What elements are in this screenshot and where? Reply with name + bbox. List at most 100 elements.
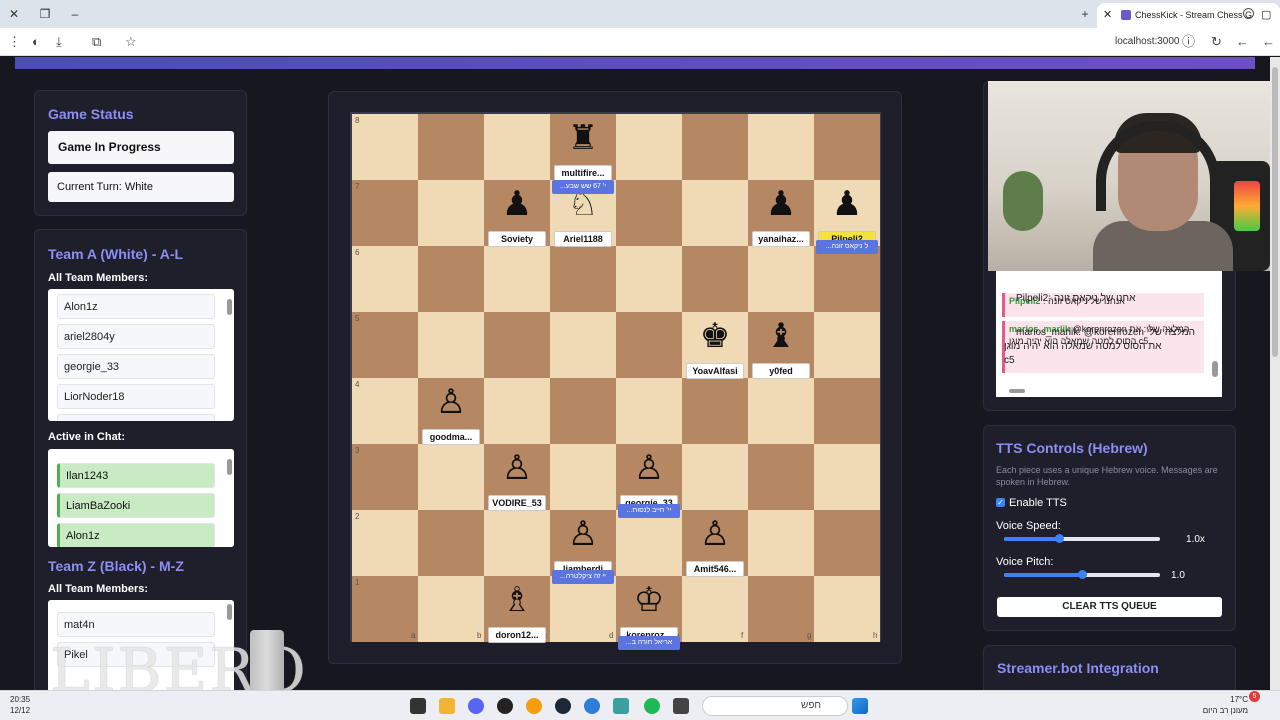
app-icon[interactable] <box>526 698 542 714</box>
clear-tts-queue-button[interactable]: CLEAR TTS QUEUE <box>997 597 1222 617</box>
board-square[interactable] <box>484 378 550 444</box>
browser-tab[interactable]: ✕ ChessKick - Stream Chess G ▢ <box>1097 3 1280 28</box>
chess-piece[interactable]: ♟ <box>748 184 814 224</box>
download-icon[interactable]: ⤓ <box>56 34 62 50</box>
board-square[interactable] <box>616 510 682 576</box>
chess-piece[interactable]: ♜ <box>550 118 616 158</box>
board-square[interactable] <box>352 114 418 180</box>
enable-tts-checkbox[interactable]: ✓ <box>996 498 1005 507</box>
discord-icon[interactable] <box>468 698 484 714</box>
board-square[interactable] <box>814 114 880 180</box>
board-square[interactable] <box>748 114 814 180</box>
voice-pitch-slider[interactable] <box>1004 570 1160 579</box>
weather-widget[interactable]: 17°C מעונן רב היום <box>1200 694 1248 716</box>
chess-piece[interactable]: ♙ <box>550 514 616 554</box>
page-scrollbar[interactable] <box>1270 57 1280 690</box>
board-square[interactable] <box>682 114 748 180</box>
voice-pitch-knob[interactable] <box>1078 570 1087 579</box>
info-icon[interactable]: ⓘ <box>1182 34 1195 50</box>
board-square[interactable] <box>550 246 616 312</box>
board-square[interactable] <box>748 246 814 312</box>
board-square[interactable] <box>616 246 682 312</box>
board-square[interactable] <box>352 510 418 576</box>
chess-piece[interactable]: ♙ <box>616 448 682 488</box>
tab-collapse-icon[interactable]: ▢ <box>1261 8 1271 21</box>
new-tab-icon[interactable]: + <box>1077 6 1093 22</box>
board-square[interactable] <box>352 444 418 510</box>
team-a-members-list[interactable]: Alon1z ariel2804y georgie_33 LiorNoder18 <box>48 289 234 421</box>
terminal-icon[interactable] <box>410 698 426 714</box>
board-square[interactable] <box>814 576 880 642</box>
chess-board[interactable]: 87654321abcdefgh♜multifire...♟Soviety♘Ar… <box>350 112 881 650</box>
chess-piece[interactable]: ♙ <box>484 448 550 488</box>
board-square[interactable] <box>814 312 880 378</box>
chess-piece[interactable]: ♝ <box>748 316 814 356</box>
board-square[interactable] <box>748 378 814 444</box>
edge-icon[interactable]: ◐ <box>32 34 40 50</box>
address-bar[interactable]: localhost:3000 <box>1115 36 1180 47</box>
tab-audio-icon[interactable] <box>1243 8 1254 19</box>
board-square[interactable] <box>418 114 484 180</box>
board-square[interactable] <box>616 114 682 180</box>
board-square[interactable] <box>616 180 682 246</box>
steam-icon[interactable] <box>555 698 571 714</box>
board-square[interactable] <box>748 444 814 510</box>
app3-icon[interactable] <box>673 698 689 714</box>
board-square[interactable] <box>352 246 418 312</box>
board-square[interactable] <box>352 576 418 642</box>
chess-piece[interactable]: ♔ <box>616 580 682 620</box>
team-a-active-list[interactable]: Ilan1243 LiamBaZooki Alon1z <box>48 449 234 547</box>
chess-piece[interactable]: ♟ <box>814 184 880 224</box>
board-square[interactable] <box>418 576 484 642</box>
board-square[interactable] <box>418 180 484 246</box>
board-square[interactable] <box>484 510 550 576</box>
file-explorer-icon[interactable] <box>439 698 455 714</box>
board-square[interactable] <box>682 180 748 246</box>
taskbar-search[interactable]: חפש <box>702 696 848 716</box>
extensions-icon[interactable]: ⧉ <box>92 34 101 50</box>
chess-piece[interactable]: ♚ <box>682 316 748 356</box>
notification-badge[interactable]: 5 <box>1249 691 1260 702</box>
board-square[interactable] <box>484 246 550 312</box>
spotify-icon[interactable] <box>644 698 660 714</box>
board-square[interactable] <box>352 180 418 246</box>
board-square[interactable] <box>682 378 748 444</box>
edge-taskbar-icon[interactable] <box>584 698 600 714</box>
voice-speed-knob[interactable] <box>1054 534 1064 543</box>
board-square[interactable] <box>682 246 748 312</box>
menu-icon[interactable]: ⋮ <box>8 34 21 50</box>
chess-piece[interactable]: ♙ <box>682 514 748 554</box>
chess-piece[interactable]: ♙ <box>418 382 484 422</box>
app2-icon[interactable] <box>613 698 629 714</box>
board-square[interactable] <box>418 246 484 312</box>
chess-piece[interactable]: ♗ <box>484 580 550 620</box>
board-square[interactable] <box>352 312 418 378</box>
windows-start-icon[interactable] <box>852 698 868 714</box>
chess-piece[interactable]: ♟ <box>484 184 550 224</box>
close-window-icon[interactable]: ✕ <box>6 6 22 22</box>
board-square[interactable] <box>550 312 616 378</box>
board-square[interactable] <box>418 444 484 510</box>
media-player-icon[interactable] <box>497 698 513 714</box>
board-square[interactable] <box>484 312 550 378</box>
board-square[interactable] <box>550 378 616 444</box>
board-square[interactable] <box>814 378 880 444</box>
board-square[interactable] <box>418 510 484 576</box>
board-square[interactable] <box>748 510 814 576</box>
board-square[interactable] <box>814 246 880 312</box>
board-square[interactable] <box>682 444 748 510</box>
board-square[interactable] <box>484 114 550 180</box>
board-square[interactable] <box>814 444 880 510</box>
back-icon[interactable]: ← <box>1262 34 1275 50</box>
board-square[interactable] <box>352 378 418 444</box>
restore-window-icon[interactable]: ❐ <box>37 6 53 22</box>
board-square[interactable] <box>748 576 814 642</box>
forward-icon[interactable]: ← <box>1236 34 1249 50</box>
board-square[interactable] <box>682 576 748 642</box>
voice-speed-slider[interactable] <box>1004 534 1160 543</box>
reload-icon[interactable]: ↻ <box>1211 34 1222 50</box>
board-square[interactable] <box>814 510 880 576</box>
board-square[interactable] <box>550 576 616 642</box>
favorite-star-icon[interactable]: ☆ <box>125 34 137 50</box>
board-square[interactable] <box>418 312 484 378</box>
